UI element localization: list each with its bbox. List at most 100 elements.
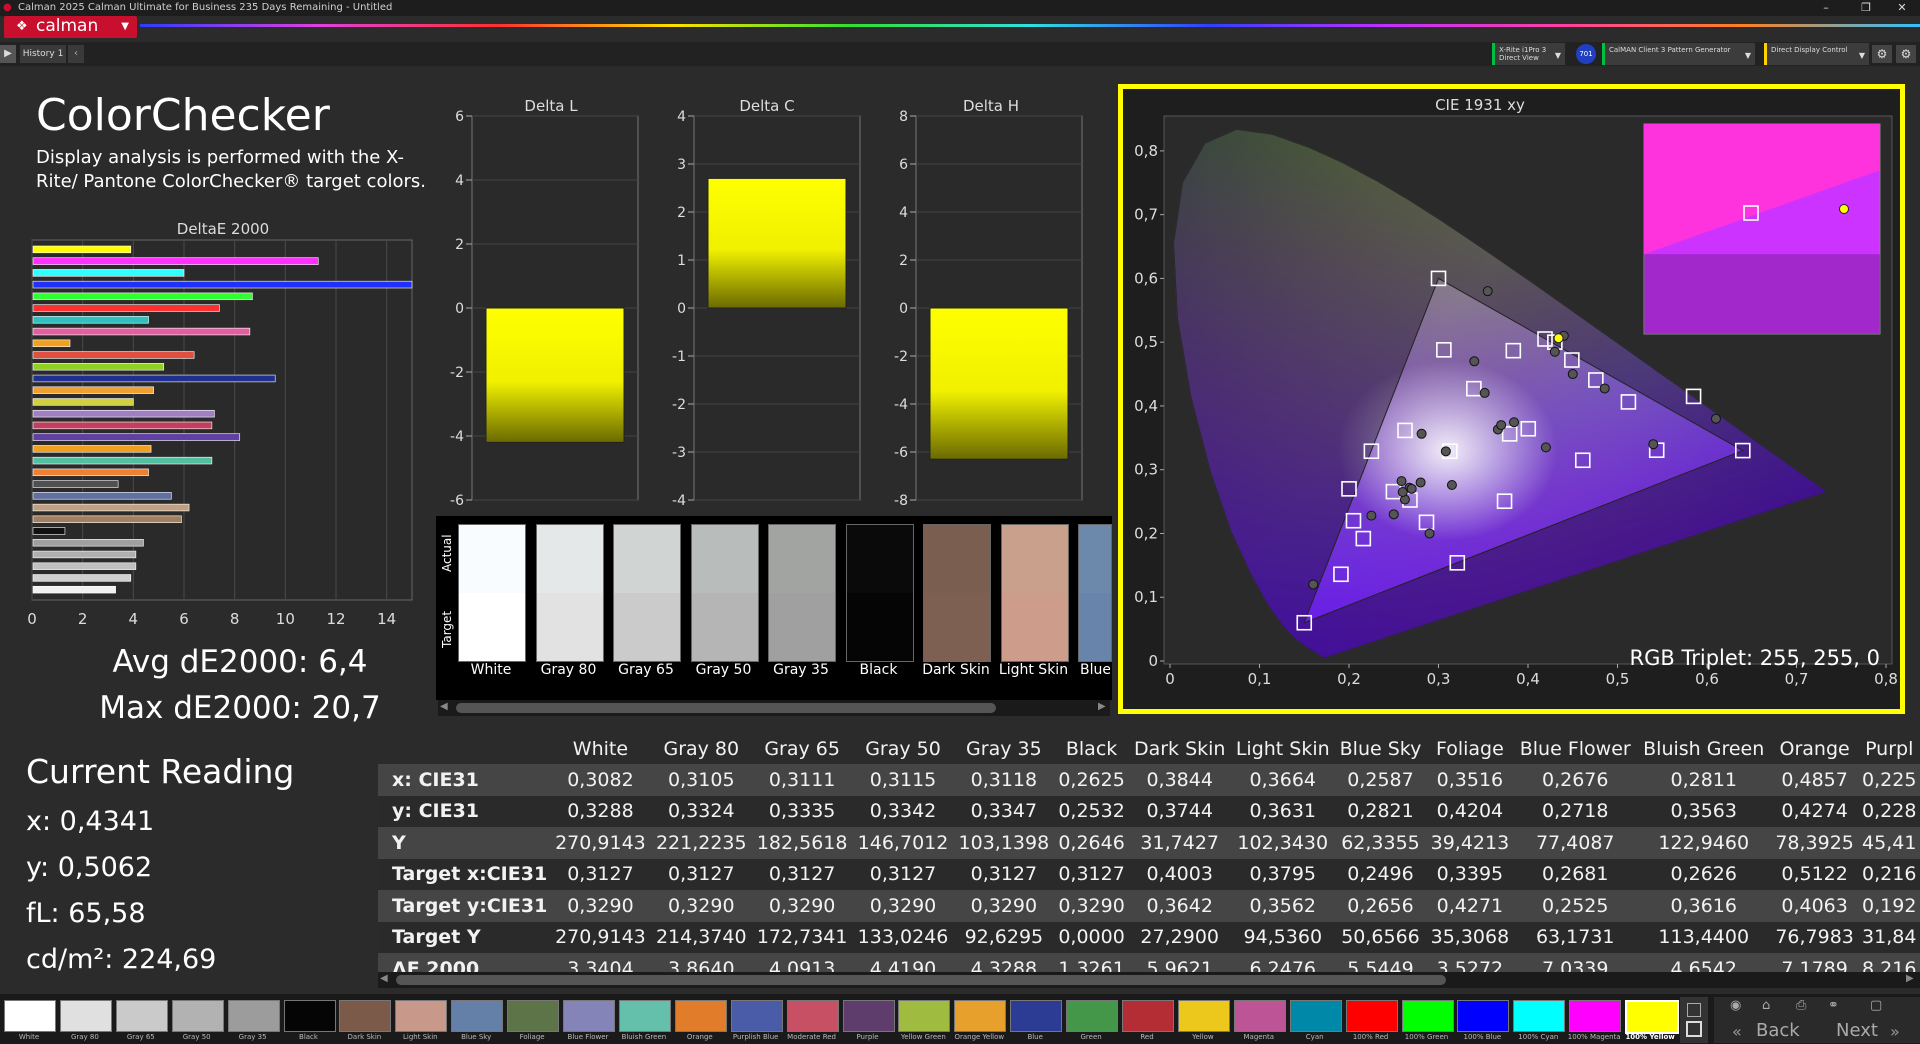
table-column-header[interactable]: White xyxy=(550,734,651,764)
table-scrollbar[interactable]: ◀ ▶ xyxy=(378,972,1920,988)
patch-button[interactable] xyxy=(786,1000,839,1032)
deltae-tick-label: 0 xyxy=(27,610,37,628)
patch-button[interactable] xyxy=(1289,1000,1342,1032)
table-cell: 0,3290 xyxy=(953,890,1055,922)
logo-text: calman xyxy=(36,16,99,36)
patch-button[interactable] xyxy=(1122,1000,1174,1032)
color-swatch xyxy=(458,524,526,662)
home-icon[interactable]: ⌂ xyxy=(1762,998,1770,1013)
stop-button[interactable] xyxy=(1680,997,1708,1043)
table-column-header[interactable]: Bluish Green xyxy=(1637,734,1771,764)
back-button[interactable]: Back xyxy=(1756,1020,1800,1041)
patch-button[interactable] xyxy=(171,1000,224,1032)
table-cell: 0,3516 xyxy=(1426,764,1514,796)
table-column-header[interactable]: Dark Skin xyxy=(1129,734,1231,764)
pattern-generator-selector[interactable]: CalMAN Client 3 Pattern Generator ▼ xyxy=(1602,43,1755,65)
patch-button[interactable] xyxy=(395,1000,448,1032)
patch-button[interactable] xyxy=(1177,1000,1230,1032)
delta-tick-label: -4 xyxy=(672,493,686,509)
patch-button[interactable] xyxy=(618,1000,671,1032)
table-row: y: CIE31 0,3288 0,3324 0,3335 0,3342 0,3347 0,… xyxy=(378,795,1920,827)
maximize-icon[interactable]: ❐ xyxy=(1846,0,1886,16)
patch-button[interactable] xyxy=(227,1000,280,1032)
print-icon[interactable]: ⎙ xyxy=(1796,998,1806,1013)
swatch-scrollbar[interactable]: ◀ ▶ xyxy=(438,700,1110,716)
patch-button[interactable] xyxy=(1233,1000,1286,1032)
delta-tick-label: 2 xyxy=(899,253,908,269)
table-column-header[interactable]: Black xyxy=(1054,734,1129,764)
table-cell: 0,5122 xyxy=(1770,858,1859,890)
patch-button[interactable] xyxy=(1066,1000,1119,1032)
settings-icon[interactable]: ⚙ xyxy=(1896,45,1916,63)
deltae-bar xyxy=(32,304,220,312)
table-cell: 0,216 xyxy=(1858,858,1920,890)
cie-actual-marker xyxy=(1446,480,1457,491)
table-column-header[interactable]: Gray 35 xyxy=(953,734,1054,764)
patch-button[interactable] xyxy=(842,1000,895,1032)
rainbow-strip xyxy=(140,24,1920,27)
window-icon[interactable]: ▢ xyxy=(1870,998,1882,1013)
table-column-header[interactable]: Light Skin xyxy=(1231,734,1335,764)
table-column-header[interactable]: Gray 50 xyxy=(853,734,954,764)
patch-button[interactable] xyxy=(1457,1000,1510,1032)
meter-badge[interactable]: 701 xyxy=(1576,44,1596,64)
play-icon[interactable]: ▶ xyxy=(0,45,16,63)
patch-button[interactable] xyxy=(674,1000,727,1032)
color-swatch xyxy=(613,524,681,662)
calman-menu-button[interactable]: ❖ calman ▼ xyxy=(4,16,137,38)
patch-button[interactable] xyxy=(1401,1000,1454,1032)
scroll-left-icon[interactable]: ◀ xyxy=(380,973,388,984)
patch-button[interactable] xyxy=(1513,1000,1566,1032)
table-column-header[interactable]: Gray 80 xyxy=(651,734,752,764)
close-icon[interactable]: ✕ xyxy=(1882,0,1920,16)
max-de2000: Max dE2000: 20,7 xyxy=(99,690,381,726)
deltae-bar xyxy=(32,445,152,453)
cie-actual-marker xyxy=(1509,417,1520,428)
next-button[interactable]: Next xyxy=(1836,1020,1878,1041)
patch-button[interactable] xyxy=(283,1000,336,1032)
table-column-header[interactable]: Purpl xyxy=(1858,734,1920,764)
patch-button[interactable] xyxy=(339,1000,392,1032)
tab-scroll-icon[interactable]: ‹ xyxy=(68,45,84,63)
table-row-label: y: CIE31 xyxy=(378,795,550,827)
patch-button[interactable] xyxy=(954,1000,1007,1032)
table-column-header[interactable]: Blue Flower xyxy=(1514,734,1637,764)
table-column-header[interactable]: Gray 65 xyxy=(752,734,853,764)
gear-icon[interactable]: ⚙ xyxy=(1872,45,1892,63)
patch-button[interactable] xyxy=(730,1000,783,1032)
patch-button[interactable] xyxy=(451,1000,504,1032)
tab-history-1[interactable]: History 1 xyxy=(20,45,66,63)
table-cell: 77,4087 xyxy=(1513,827,1637,859)
scrollbar-thumb[interactable] xyxy=(456,703,996,713)
scrollbar-thumb[interactable] xyxy=(396,975,1446,985)
patch-label: Gray 35 xyxy=(238,1033,267,1041)
meter-selector[interactable]: X-Rite i1Pro 3 Direct View ▼ xyxy=(1492,43,1565,65)
scroll-left-icon[interactable]: ◀ xyxy=(440,701,448,712)
patch-button[interactable] xyxy=(1010,1000,1063,1032)
display-control-selector[interactable]: Direct Display Control ▼ xyxy=(1764,43,1869,65)
link-icon[interactable]: ⚭ xyxy=(1828,998,1839,1013)
patch-label: Yellow Green xyxy=(900,1033,946,1041)
patch-button[interactable] xyxy=(4,1000,56,1032)
patch-button[interactable] xyxy=(563,1000,615,1032)
patch-button[interactable] xyxy=(115,1000,168,1032)
scroll-right-icon[interactable]: ▶ xyxy=(1098,701,1106,712)
patch-button[interactable] xyxy=(1345,1000,1398,1032)
patch-button[interactable] xyxy=(1625,1000,1680,1034)
swatch-target xyxy=(614,593,680,661)
minimize-icon[interactable]: – xyxy=(1806,0,1846,16)
scroll-right-icon[interactable]: ▶ xyxy=(1906,973,1914,984)
table-column-header[interactable]: Blue Sky xyxy=(1335,734,1426,764)
table-cell: 0,2656 xyxy=(1334,890,1427,922)
patch-button[interactable] xyxy=(1569,1000,1622,1032)
patch-button[interactable] xyxy=(59,1000,112,1032)
swatch-label: White xyxy=(470,662,512,678)
cie-x-tick-label: 0,7 xyxy=(1785,670,1809,688)
deltae-bar xyxy=(32,363,165,371)
patch-button[interactable] xyxy=(898,1000,951,1032)
camera-icon[interactable]: ◉ xyxy=(1730,998,1741,1013)
table-column-header[interactable]: Foliage xyxy=(1426,734,1514,764)
patch-button[interactable] xyxy=(507,1000,560,1032)
table-column-header[interactable]: Orange xyxy=(1771,734,1859,764)
chevron-down-icon: ▼ xyxy=(121,21,129,32)
